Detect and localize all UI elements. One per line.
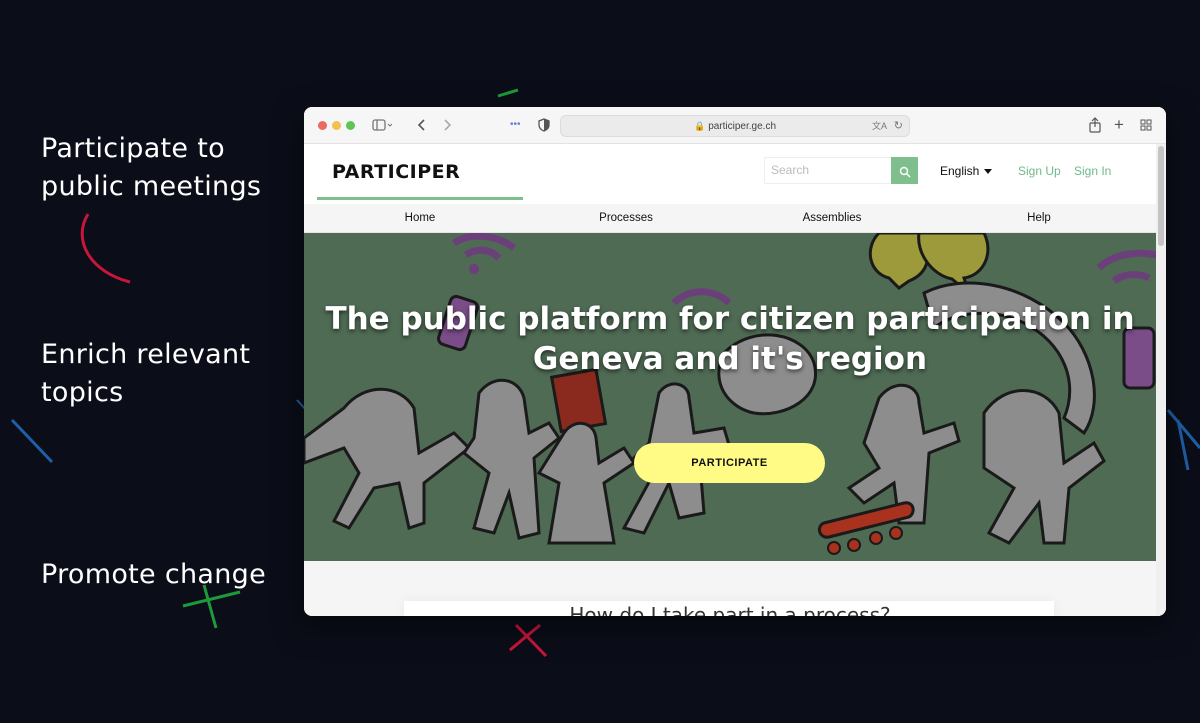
tab-overview-icon[interactable] bbox=[1139, 116, 1153, 134]
scroll-thumb[interactable] bbox=[1158, 146, 1164, 246]
page-scrollbar[interactable] bbox=[1156, 144, 1166, 616]
reload-icon[interactable]: ↻ bbox=[894, 116, 903, 136]
feature-enrich: Enrich relevant topics bbox=[41, 339, 251, 408]
sign-in-link[interactable]: Sign In bbox=[1074, 164, 1111, 178]
sign-up-link[interactable]: Sign Up bbox=[1018, 164, 1061, 178]
nav-assemblies[interactable]: Assemblies bbox=[729, 204, 935, 232]
minimize-window-button[interactable] bbox=[332, 121, 341, 130]
feature-participate: Participate to public meetings bbox=[41, 133, 262, 202]
search-icon bbox=[899, 166, 910, 178]
translate-icon[interactable]: 文A bbox=[872, 116, 887, 136]
close-window-button[interactable] bbox=[318, 121, 327, 130]
lock-icon: 🔒 bbox=[693, 121, 706, 131]
zoom-window-button[interactable] bbox=[346, 121, 355, 130]
browser-window: ••• 🔒 participer.ge.ch 文A ↻ + PARTICIPER … bbox=[304, 107, 1166, 616]
nav-processes[interactable]: Processes bbox=[523, 204, 729, 232]
forward-icon[interactable] bbox=[441, 116, 453, 134]
site-logo[interactable]: PARTICIPER bbox=[332, 161, 460, 183]
address-bar[interactable]: 🔒 participer.ge.ch 文A ↻ bbox=[560, 115, 910, 137]
search-button[interactable] bbox=[891, 157, 918, 184]
nav-help[interactable]: Help bbox=[936, 204, 1142, 232]
main-nav: Home Processes Assemblies Help bbox=[304, 204, 1156, 233]
extension-icon[interactable]: ••• bbox=[510, 116, 521, 134]
hero-banner: The public platform for citizen particip… bbox=[304, 233, 1156, 561]
active-indicator bbox=[317, 197, 523, 200]
url-text: participer.ge.ch bbox=[708, 121, 777, 132]
content-section: How do I take part in a process? bbox=[304, 561, 1156, 616]
feature-promote: Promote change bbox=[41, 559, 266, 590]
nav-home[interactable]: Home bbox=[317, 204, 523, 232]
sidebar-toggle-icon[interactable] bbox=[372, 116, 393, 134]
language-selector[interactable]: English bbox=[940, 164, 993, 178]
share-icon[interactable] bbox=[1088, 116, 1102, 134]
new-tab-icon[interactable]: + bbox=[1114, 116, 1124, 134]
hero-title: The public platform for citizen particip… bbox=[325, 301, 1135, 377]
caret-down-icon bbox=[984, 169, 993, 175]
back-icon[interactable] bbox=[416, 116, 428, 134]
section-heading: How do I take part in a process? bbox=[569, 603, 891, 616]
shield-icon[interactable] bbox=[537, 116, 551, 134]
language-label: English bbox=[940, 164, 980, 178]
hero-illustration bbox=[304, 233, 1156, 555]
browser-toolbar: ••• 🔒 participer.ge.ch 文A ↻ + bbox=[304, 107, 1166, 144]
participate-button[interactable]: PARTICIPATE bbox=[634, 443, 825, 483]
search-input[interactable]: Search bbox=[764, 157, 891, 184]
site-header: PARTICIPER Search English Sign Up Sign I… bbox=[304, 144, 1156, 204]
